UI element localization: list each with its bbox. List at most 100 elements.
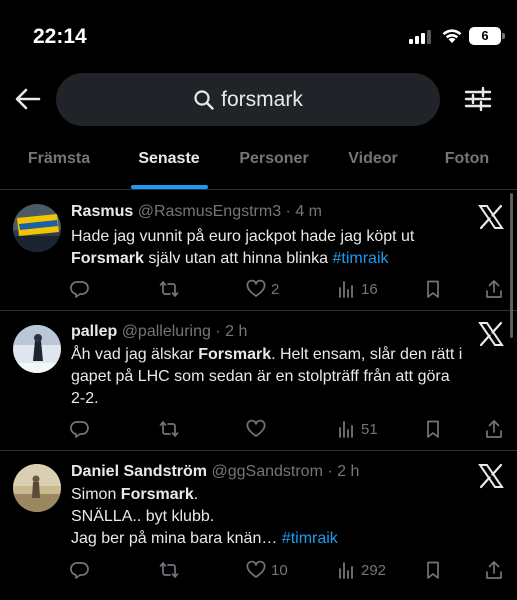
reply-button[interactable]	[70, 417, 95, 441]
views-icon	[339, 421, 353, 438]
search-tabs: Främsta Senaste Personer Videor Foton	[0, 140, 517, 190]
text-line: Åh vad jag älskar Forsmark. Helt ensam, …	[71, 346, 463, 363]
author-handle[interactable]: @palleluring	[122, 323, 211, 340]
text-line: Simon Forsmark.	[71, 486, 199, 503]
back-arrow-icon	[15, 88, 41, 110]
author-handle[interactable]: @ggSandstrom	[211, 463, 322, 480]
search-query: forsmark	[221, 87, 303, 111]
text-line: SNÄLLA.. byt klubb.	[71, 508, 215, 525]
views-icon	[339, 562, 353, 579]
search-icon	[194, 89, 214, 110]
tweet-header: Daniel Sandström @ggSandstrom · 2 h	[71, 463, 359, 481]
avatar[interactable]	[13, 464, 61, 512]
avatar[interactable]	[13, 204, 61, 252]
meta-separator: ·	[215, 323, 221, 340]
author-name[interactable]: Daniel Sandström	[71, 463, 207, 480]
cellular-signal-icon	[409, 30, 431, 44]
hashtag-link[interactable]: #timraik	[282, 530, 338, 547]
text-line: gapet på LHC som sedan är en stolpträff …	[71, 368, 450, 385]
back-button[interactable]	[10, 82, 46, 116]
author-name[interactable]: Rasmus	[71, 203, 133, 220]
tweet-actions: 51	[0, 417, 517, 441]
tweet-time[interactable]: 2 h	[225, 323, 247, 340]
bookmark-button[interactable]	[423, 417, 443, 441]
text-line: 2-2.	[71, 390, 99, 407]
text-line: Forsmark själv utan att hinna blinka #ti…	[71, 250, 389, 267]
author-name[interactable]: pallep	[71, 323, 117, 340]
like-button[interactable]: 10	[246, 558, 288, 582]
bookmark-icon	[427, 420, 439, 438]
bookmark-button[interactable]	[423, 558, 443, 582]
status-time: 22:14	[33, 25, 87, 48]
tweet-time[interactable]: 4 m	[295, 203, 322, 220]
wifi-icon	[442, 29, 462, 43]
search-filters-button[interactable]	[460, 82, 496, 116]
view-count: 16	[361, 280, 378, 298]
tweet[interactable]: pallep @palleluring · 2 h Åh vad jag äls…	[0, 311, 517, 451]
tab-foton[interactable]: Foton	[437, 140, 497, 189]
heart-icon	[246, 419, 266, 437]
views-button[interactable]: 51	[336, 417, 378, 441]
tweet[interactable]: Rasmus @RasmusEngstrm3 · 4 m Hade jag vu…	[0, 191, 517, 311]
share-icon	[486, 420, 502, 438]
bookmark-icon	[427, 561, 439, 579]
reply-button[interactable]	[70, 558, 95, 582]
retweet-icon	[159, 281, 179, 297]
share-button[interactable]	[484, 417, 504, 441]
tab-senaste[interactable]: Senaste	[129, 140, 209, 189]
tab-videor[interactable]: Videor	[340, 140, 406, 189]
tab-personer[interactable]: Personer	[232, 140, 316, 189]
active-tab-indicator	[131, 185, 208, 189]
tweet-actions: 10 292	[0, 558, 517, 582]
meta-separator: ·	[327, 463, 333, 480]
battery-icon: 6	[469, 27, 505, 45]
views-icon	[339, 281, 353, 298]
reply-icon	[70, 421, 89, 438]
retweet-icon	[159, 562, 179, 578]
views-button[interactable]: 292	[336, 558, 386, 582]
share-icon	[486, 280, 502, 298]
like-button[interactable]: 2	[246, 277, 279, 301]
bookmark-button[interactable]	[423, 277, 443, 301]
search-input[interactable]: forsmark	[56, 73, 440, 126]
bookmark-icon	[427, 280, 439, 298]
tab-framsta[interactable]: Främsta	[18, 140, 100, 189]
text-line: Hade jag vunnit på euro jackpot hade jag…	[71, 228, 415, 245]
views-button[interactable]: 16	[336, 277, 378, 301]
tweet-text: Åh vad jag älskar Forsmark. Helt ensam, …	[71, 344, 481, 410]
author-handle[interactable]: @RasmusEngstrm3	[138, 203, 281, 220]
like-button[interactable]	[246, 417, 271, 441]
view-count: 51	[361, 420, 378, 438]
share-button[interactable]	[484, 558, 504, 582]
meta-separator: ·	[285, 203, 291, 220]
tweet-text: Simon Forsmark. SNÄLLA.. byt klubb. Jag …	[71, 484, 481, 550]
reply-icon	[70, 562, 89, 579]
retweet-button[interactable]	[159, 277, 184, 301]
search-header: forsmark	[0, 72, 517, 126]
avatar[interactable]	[13, 325, 61, 373]
tweet-actions: 2 16	[0, 277, 517, 301]
tweet-text: Hade jag vunnit på euro jackpot hade jag…	[71, 226, 481, 270]
tweet-header: pallep @palleluring · 2 h	[71, 323, 247, 341]
scrollbar[interactable]	[510, 193, 513, 338]
tweet-time[interactable]: 2 h	[337, 463, 359, 480]
hashtag-link[interactable]: #timraik	[332, 250, 388, 267]
view-count: 292	[361, 561, 387, 579]
tweet[interactable]: Daniel Sandström @ggSandstrom · 2 h Simo…	[0, 451, 517, 600]
heart-icon	[246, 279, 266, 297]
x-logo-icon	[478, 321, 504, 347]
retweet-button[interactable]	[159, 417, 184, 441]
retweet-icon	[159, 421, 179, 437]
reply-icon	[70, 281, 89, 298]
share-button[interactable]	[484, 277, 504, 301]
heart-icon	[246, 560, 266, 578]
like-count: 2	[271, 280, 280, 298]
retweet-button[interactable]	[159, 558, 184, 582]
status-bar: 22:14 6	[0, 0, 517, 72]
reply-button[interactable]	[70, 277, 95, 301]
tweet-header: Rasmus @RasmusEngstrm3 · 4 m	[71, 203, 322, 221]
sliders-icon	[464, 86, 492, 112]
x-logo-icon	[478, 463, 504, 489]
x-logo-icon	[478, 204, 504, 230]
share-icon	[486, 561, 502, 579]
